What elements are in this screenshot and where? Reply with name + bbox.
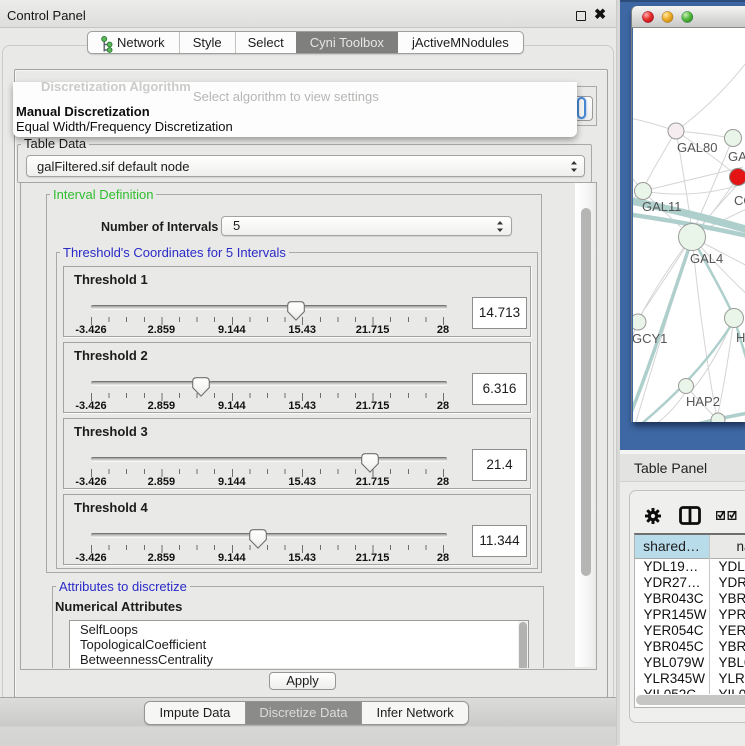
svg-text:HI: HI [736, 330, 745, 345]
svg-text:GAL11: GAL11 [642, 199, 682, 214]
svg-text:GAL80: GAL80 [677, 140, 717, 155]
svg-text:CO: CO [734, 193, 745, 208]
svg-text:GAL2: GAL2 [728, 149, 745, 164]
svg-text:GCY1: GCY1 [633, 331, 667, 346]
svg-text:HAP2: HAP2 [686, 394, 720, 409]
svg-text:GAL4: GAL4 [690, 251, 723, 266]
